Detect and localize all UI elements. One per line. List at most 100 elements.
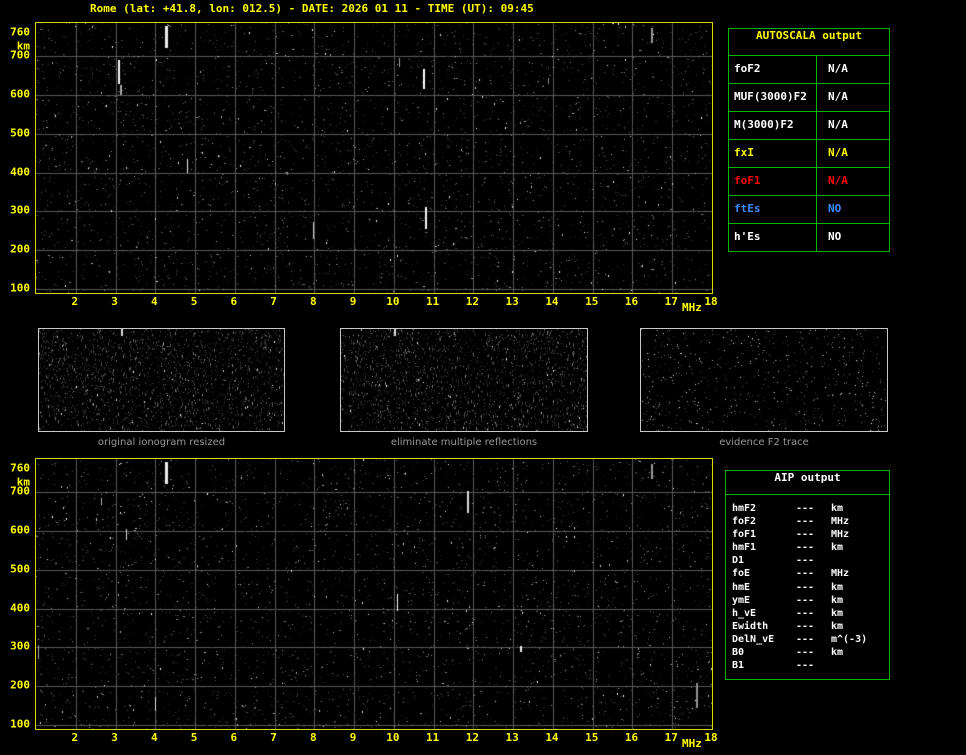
parameter-label: D1 xyxy=(732,555,745,567)
x-tick-label: 14 xyxy=(545,295,559,308)
parameter-unit xyxy=(831,555,887,568)
parameter-value: --- xyxy=(796,647,815,659)
table-row: Ewidth --- km xyxy=(732,621,887,634)
aip-output-table: AIP output hmF2 --- km foF2 --- MHz foF1… xyxy=(725,470,890,681)
x-tick-label: 7 xyxy=(270,731,277,744)
y-tick-label: 600 xyxy=(10,523,30,537)
parameter-value: --- xyxy=(796,568,815,580)
table-row: B1 --- xyxy=(732,660,887,673)
parameter-unit: km xyxy=(831,620,844,632)
x-tick-label: 4 xyxy=(150,731,158,744)
parameter-unit: km xyxy=(831,607,844,619)
parameter-value: --- xyxy=(796,516,815,528)
parameter-unit: MHz xyxy=(831,568,850,580)
parameter-value: NO xyxy=(828,230,842,243)
x-tick-label: 10 xyxy=(386,295,400,308)
y-tick-label: 700 xyxy=(10,48,30,62)
x-tick-label: 15 xyxy=(585,731,599,744)
y-tick-label: 700 xyxy=(10,484,30,498)
parameter-label: B0 xyxy=(732,647,745,659)
table-row: h_vE --- km xyxy=(732,608,887,621)
table-row: foF2 --- MHz xyxy=(732,516,887,529)
parameter-label: hmF2 xyxy=(732,503,757,514)
parameter-label: fxI xyxy=(729,140,817,167)
autoscala-window: { "header": { "title": "Rome (lat: +41.8… xyxy=(0,0,966,755)
parameter-label: ftEs xyxy=(729,196,817,223)
x-tick-label: 11 xyxy=(426,731,440,744)
parameter-unit: km xyxy=(831,542,844,554)
parameter-label: foF1 xyxy=(729,168,817,195)
table-row: D1 --- xyxy=(732,555,887,568)
parameter-value: --- xyxy=(796,594,815,606)
parameter-unit: m^(-3) xyxy=(831,633,868,645)
x-axis-top: 2 3 4 5 6 7 8 9 10 11 12 13 14 15 16 17 18 xyxy=(35,295,717,309)
y-tick-label: 400 xyxy=(10,601,30,614)
parameter-value: --- xyxy=(796,620,815,632)
x-tick-label: 16 xyxy=(624,731,639,744)
x-tick-label: 8 xyxy=(310,295,317,308)
x-tick-label: 6 xyxy=(230,731,238,744)
x-axis-bottom: 2 3 4 5 6 7 8 9 10 11 12 13 14 15 16 17 18 xyxy=(35,731,717,745)
y-tick-label: 760 xyxy=(10,461,30,475)
thumbnail-f2-trace-canvas xyxy=(640,328,888,432)
thumbnail-f2-trace: evidence F2 trace xyxy=(640,328,888,448)
ionogram-canvas-top xyxy=(36,23,712,293)
thumbnail-original-ionogram: original ionogram resized xyxy=(38,328,285,448)
x-tick-label: 17 xyxy=(664,295,678,308)
y-tick-label: 500 xyxy=(10,562,30,576)
table-row: hmF2 --- km xyxy=(732,503,887,516)
x-axis-unit-label-bottom: MHz xyxy=(682,737,702,750)
y-tick-label: 100 xyxy=(10,281,30,295)
parameter-label: B1 xyxy=(732,660,745,672)
x-tick-label: 11 xyxy=(426,295,440,308)
table-row: h'Es NO xyxy=(729,224,889,251)
parameter-label: MUF(3000)F2 xyxy=(729,84,817,111)
parameter-label: foF1 xyxy=(732,529,757,541)
x-axis-unit-label-top: MHz xyxy=(682,301,702,314)
parameter-unit: km xyxy=(831,594,844,606)
autoscala-table-body: foF2 N/A MUF(3000)F2 N/A M(3000)F2 N/A f… xyxy=(729,56,889,251)
x-tick-label: 15 xyxy=(585,295,599,308)
x-tick-label: 6 xyxy=(230,295,238,308)
parameter-label: hmF1 xyxy=(732,542,757,554)
y-tick-label: 400 xyxy=(10,165,30,178)
thumbnail-original-canvas xyxy=(38,328,285,432)
parameter-value: --- xyxy=(796,529,815,541)
parameter-label: foE xyxy=(732,568,751,580)
x-tick-label: 13 xyxy=(505,731,519,744)
table-row: B0 --- km xyxy=(732,647,887,660)
x-tick-label: 16 xyxy=(624,295,639,308)
parameter-value: N/A xyxy=(828,146,848,159)
x-tick-label: 7 xyxy=(270,295,277,308)
x-tick-label: 8 xyxy=(310,731,317,744)
x-tick-label: 3 xyxy=(111,295,118,308)
y-axis-top: 760 km 700 600 500 400 300 200 100 xyxy=(0,22,31,294)
parameter-label: Ewidth xyxy=(732,620,769,632)
y-tick-label: 760 xyxy=(10,25,30,39)
parameter-label: foF2 xyxy=(729,56,817,83)
ionogram-area-bottom xyxy=(35,458,713,730)
table-row: ymE --- km xyxy=(732,595,887,608)
parameter-value: --- xyxy=(796,503,815,514)
parameter-value: N/A xyxy=(828,118,848,131)
autoscala-output-table: AUTOSCALA output foF2 N/A MUF(3000)F2 N/… xyxy=(728,28,890,252)
parameter-value: --- xyxy=(796,660,815,672)
x-tick-label: 3 xyxy=(111,731,118,744)
parameter-value: --- xyxy=(796,581,815,593)
table-row: foE --- MHz xyxy=(732,568,887,581)
parameter-value: NO xyxy=(828,202,842,215)
y-axis-bottom: 760 km 700 600 500 400 300 200 100 xyxy=(0,458,31,730)
thumbnail-multiple-reflections: eliminate multiple reflections xyxy=(340,328,588,448)
parameter-value: N/A xyxy=(828,62,848,75)
table-row: hmF1 --- km xyxy=(732,542,887,555)
aip-table-body: hmF2 --- km foF2 --- MHz foF1 --- MHz hm… xyxy=(726,495,889,679)
y-tick-label: 200 xyxy=(10,678,30,692)
x-tick-label: 14 xyxy=(545,731,559,744)
parameter-unit: km xyxy=(831,647,844,659)
x-tick-label: 4 xyxy=(150,295,158,308)
x-tick-label: 2 xyxy=(71,295,79,308)
x-tick-label: 9 xyxy=(349,731,357,744)
x-tick-label: 13 xyxy=(505,295,519,308)
parameter-label: h_vE xyxy=(732,607,757,619)
parameter-label: h'Es xyxy=(729,224,817,251)
